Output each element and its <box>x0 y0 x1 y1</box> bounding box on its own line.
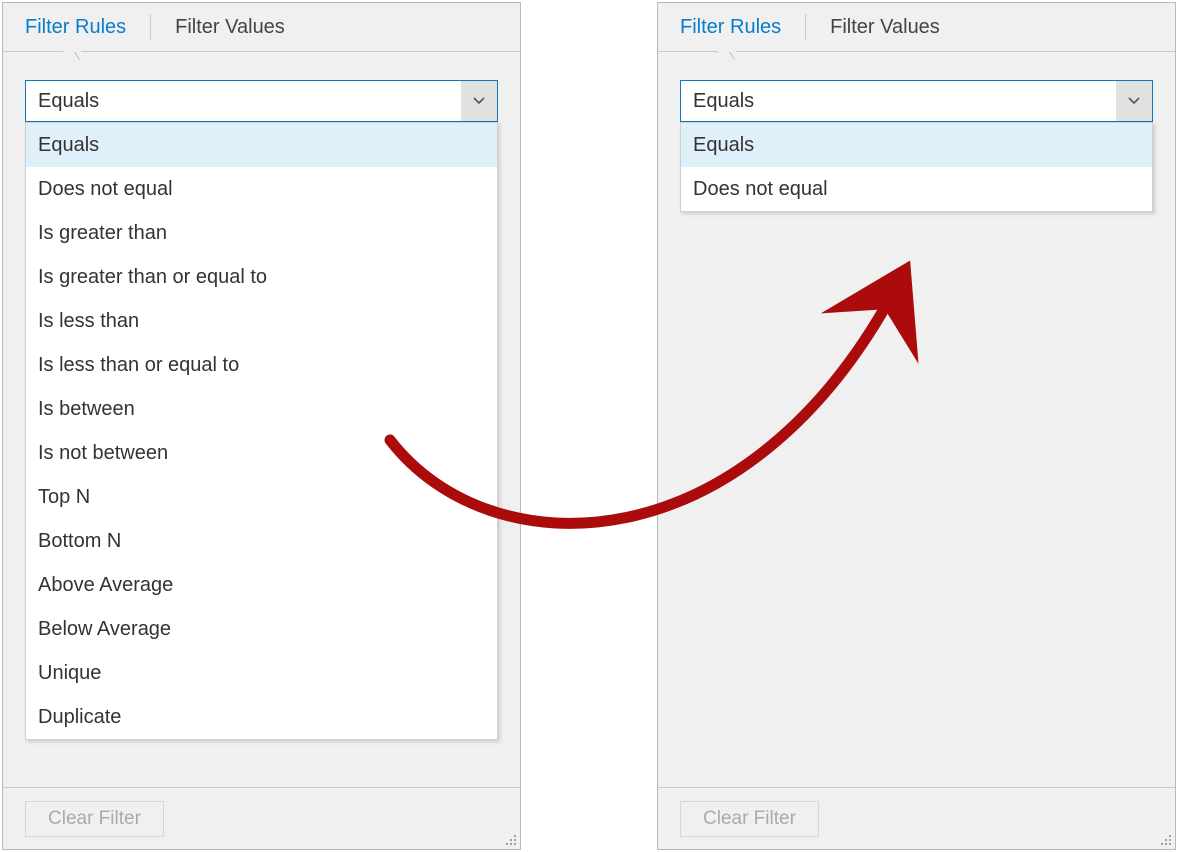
dropdown-option[interactable]: Unique <box>26 651 497 695</box>
rule-select-button[interactable] <box>1116 81 1152 121</box>
dropdown-option[interactable]: Equals <box>681 123 1152 167</box>
filter-panel-left: Filter Rules Filter Values Equals Equals… <box>2 2 521 850</box>
dropdown-option[interactable]: Is between <box>26 387 497 431</box>
rule-select-value: Equals <box>26 90 461 113</box>
dropdown-option[interactable]: Is greater than or equal to <box>26 255 497 299</box>
dropdown-option[interactable]: Is not between <box>26 431 497 475</box>
clear-filter-button[interactable]: Clear Filter <box>25 801 164 837</box>
panel-footer: Clear Filter <box>3 787 520 849</box>
tab-bar: Filter Rules Filter Values <box>3 3 520 51</box>
panel-footer: Clear Filter <box>658 787 1175 849</box>
resize-grip-icon <box>1158 832 1172 846</box>
tab-filter-rules[interactable]: Filter Rules <box>676 3 785 51</box>
rule-select[interactable]: Equals <box>680 80 1153 122</box>
resize-grip[interactable] <box>503 832 517 846</box>
tab-separator <box>805 14 806 40</box>
rule-select[interactable]: Equals <box>25 80 498 122</box>
tab-filter-values[interactable]: Filter Values <box>171 3 289 51</box>
dropdown-option[interactable]: Is greater than <box>26 211 497 255</box>
panel-content: Equals EqualsDoes not equal <box>658 52 1175 787</box>
clear-filter-button[interactable]: Clear Filter <box>680 801 819 837</box>
dropdown-option[interactable]: Duplicate <box>26 695 497 739</box>
tab-separator <box>150 14 151 40</box>
panel-content: Equals EqualsDoes not equalIs greater th… <box>3 52 520 787</box>
dropdown-option[interactable]: Above Average <box>26 563 497 607</box>
rule-dropdown[interactable]: EqualsDoes not equalIs greater thanIs gr… <box>25 122 498 740</box>
dropdown-option[interactable]: Bottom N <box>26 519 497 563</box>
rule-dropdown[interactable]: EqualsDoes not equal <box>680 122 1153 212</box>
dropdown-option[interactable]: Equals <box>26 123 497 167</box>
dropdown-option[interactable]: Does not equal <box>26 167 497 211</box>
rule-select-value: Equals <box>681 90 1116 113</box>
dropdown-option[interactable]: Is less than or equal to <box>26 343 497 387</box>
resize-grip[interactable] <box>1158 832 1172 846</box>
dropdown-option[interactable]: Is less than <box>26 299 497 343</box>
rule-select-button[interactable] <box>461 81 497 121</box>
chevron-down-icon <box>473 97 485 105</box>
dropdown-option[interactable]: Top N <box>26 475 497 519</box>
dropdown-option[interactable]: Does not equal <box>681 167 1152 211</box>
filter-panel-right: Filter Rules Filter Values Equals Equals… <box>657 2 1176 850</box>
chevron-down-icon <box>1128 97 1140 105</box>
tab-filter-values[interactable]: Filter Values <box>826 3 944 51</box>
dropdown-option[interactable]: Below Average <box>26 607 497 651</box>
resize-grip-icon <box>503 832 517 846</box>
tab-filter-rules[interactable]: Filter Rules <box>21 3 130 51</box>
tab-bar: Filter Rules Filter Values <box>658 3 1175 51</box>
